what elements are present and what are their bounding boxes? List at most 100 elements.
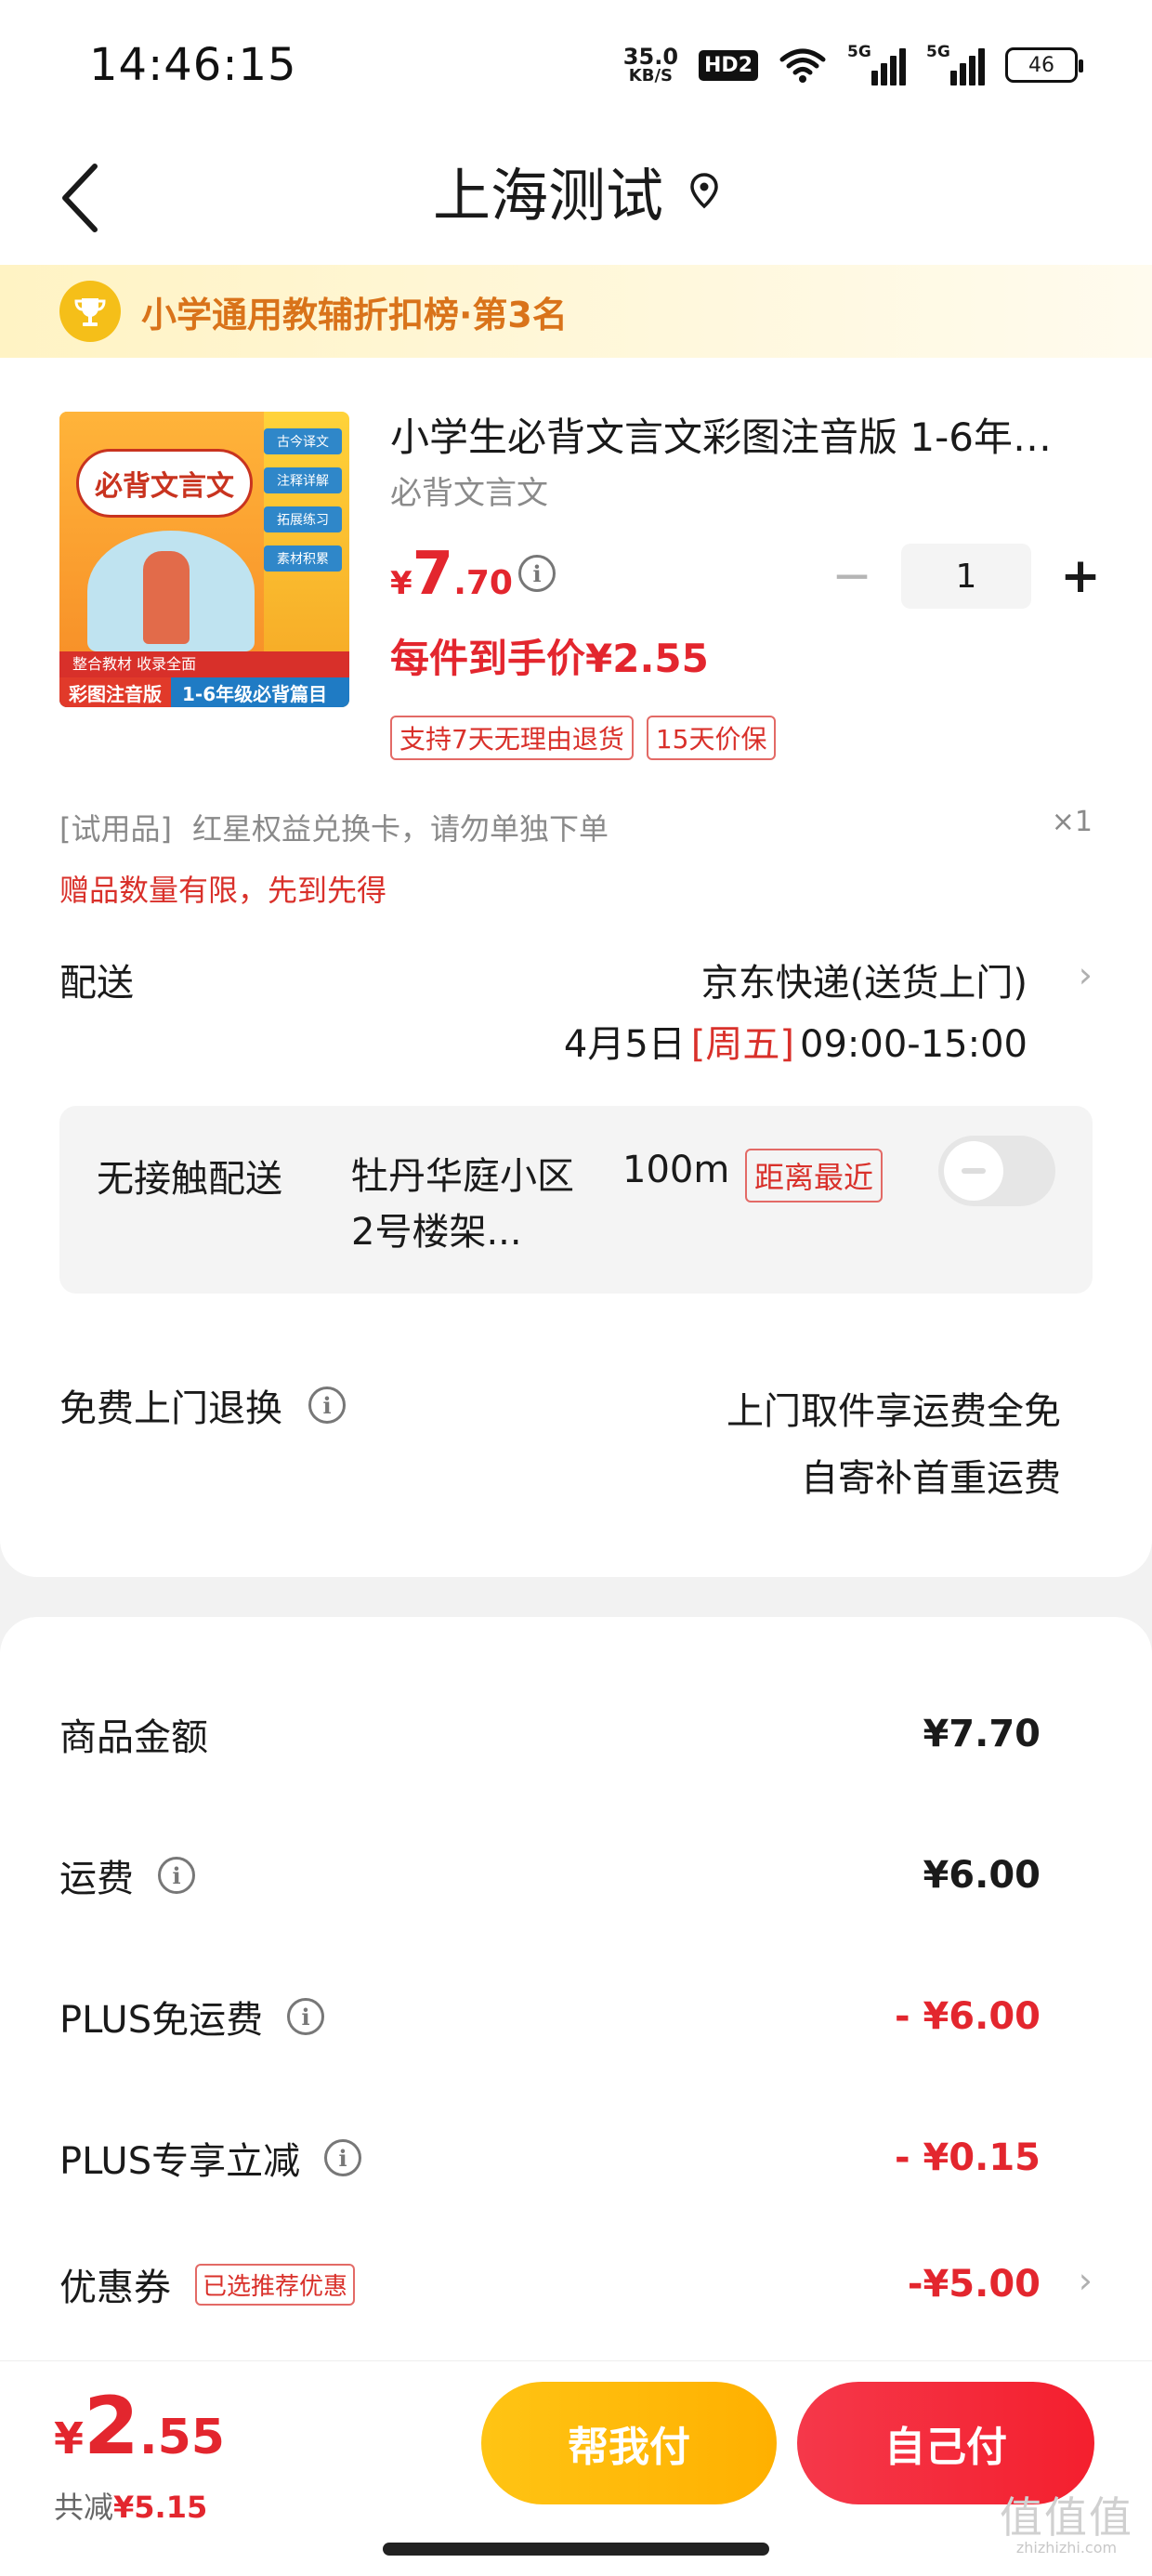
book-cover-title: 必背文言文 [76, 449, 253, 518]
delivery-weekday: [周五] [690, 1023, 795, 1066]
return-info-icon[interactable]: i [308, 1387, 346, 1424]
coupon-recommend-tag: 已选推荐优惠 [195, 2263, 356, 2306]
free-return-label: 免费上门退换 i [59, 1378, 346, 1432]
delivery-carrier[interactable]: 京东快递(送货上门) [701, 953, 1028, 1006]
chevron-right-icon[interactable]: › [1079, 954, 1093, 995]
nearest-badge: 距离最近 [745, 1149, 884, 1203]
summary-row-plus-free-shipping: PLUS免运费 i - ¥6.00 [59, 1989, 1041, 2044]
service-tag: 15天价保 [646, 716, 777, 760]
return-line-2: 自寄补首重运费 [801, 1457, 1061, 1500]
no-contact-address: 牡丹华庭小区2号楼架... [351, 1155, 574, 1254]
book-cover-tags: 古今译文 注释详解 拓展练习 素材积累 [264, 428, 342, 572]
saved-label: 共减 [54, 2490, 114, 2525]
status-time: 14:46:15 [89, 39, 297, 91]
order-confirm-page: 14:46:15 35.0 KB/S HD2 5G 5G 46 上海测试 小学通… [0, 0, 1152, 2576]
net-speed-unit: KB/S [628, 66, 674, 85]
battery-icon: 46 [1005, 47, 1083, 83]
price-summary-card: 商品金额 ¥7.70 运费 i ¥6.00 PLUS免运费 i - ¥6.00 … [0, 1617, 1152, 2379]
quantity-stepper: − 1 + [829, 544, 1104, 609]
location-pin-icon [690, 173, 718, 209]
delivery-window: 09:00-15:00 [800, 1023, 1028, 1066]
service-tag: 支持7天无理由退货 [390, 716, 634, 760]
delivery-time[interactable]: 4月5日 [周五] 09:00-15:00 [564, 1014, 1028, 1068]
total-decimal: .55 [138, 2410, 225, 2465]
plus-shipping-info-icon[interactable]: i [287, 1998, 325, 2035]
signal-1-label: 5G [847, 43, 871, 61]
no-contact-distance: 100m [622, 1149, 730, 1191]
cell-signal-1-icon: 5G [847, 43, 906, 85]
book-band-bottom: 彩图注音版 1-6年级必背篇目 [59, 677, 349, 707]
order-item-card: 必背文言文 古今译文 注释详解 拓展练习 素材积累 整合教材 收录全面 彩图注音… [0, 358, 1152, 1577]
delivery-label: 配送 [59, 962, 134, 1005]
book-tag: 素材积累 [264, 545, 342, 572]
summary-label: 商品金额 [59, 1716, 208, 1759]
total-integer: 2 [84, 2380, 139, 2473]
service-tags: 支持7天无理由退货 15天价保 [390, 716, 777, 760]
summary-value: - ¥0.15 [894, 2136, 1041, 2179]
plus-discount-info-icon[interactable]: i [324, 2139, 362, 2176]
price-integer: 7 [412, 540, 454, 609]
gift-line: [试用品] 红星权益兑换卡，请勿单独下单 ×1 [59, 806, 1093, 848]
watermark-logo: 值值值 [1000, 2492, 1133, 2543]
summary-label: 运费 [59, 1858, 134, 1900]
total-price: ¥ 2 .55 [54, 2380, 225, 2473]
summary-label: 优惠券 [59, 2267, 171, 2309]
summary-value: - ¥6.00 [894, 1995, 1041, 2038]
watermark-site: zhizhizhi.com [1015, 2539, 1118, 2556]
summary-row-goods: 商品金额 ¥7.70 [59, 1706, 1041, 1762]
summary-row-shipping: 运费 i ¥6.00 [59, 1847, 1041, 1903]
final-unit-price: 每件到手价¥2.55 [390, 636, 709, 681]
gift-prefix: [试用品] [59, 811, 172, 847]
net-speed: 35.0 KB/S [623, 46, 678, 85]
product-subtitle: 必背文言文 [390, 475, 548, 512]
pay-myself-button[interactable]: 自己付 [797, 2382, 1094, 2504]
summary-label: PLUS免运费 [59, 1999, 264, 2042]
wifi-icon [779, 48, 826, 83]
summary-value: ¥7.70 [923, 1713, 1041, 1755]
hd-icon: HD2 [699, 49, 758, 81]
status-icons: 35.0 KB/S HD2 5G 5G 46 [623, 37, 1083, 93]
page-title[interactable]: 上海测试 [0, 149, 1152, 232]
shipping-info-icon[interactable]: i [158, 1857, 195, 1894]
help-me-pay-button[interactable]: 帮我付 [481, 2382, 777, 2504]
plus-icon[interactable]: + [1057, 548, 1104, 604]
cell-signal-2-icon: 5G [926, 43, 985, 85]
ranking-text: 小学通用教辅折扣榜·第3名 [141, 294, 568, 335]
free-return-text: 免费上门退换 [59, 1387, 282, 1430]
signal-2-label: 5G [926, 43, 950, 61]
watermark: 值值值 zhizhizhi.com [1000, 2496, 1133, 2556]
return-line-1: 上门取件享运费全免 [727, 1390, 1061, 1433]
book-tag: 注释详解 [264, 467, 342, 493]
book-band-top: 整合教材 收录全面 [59, 651, 349, 677]
battery-level: 46 [1028, 53, 1054, 77]
status-bar: 14:46:15 35.0 KB/S HD2 5G 5G 46 [0, 0, 1152, 139]
chevron-right-icon[interactable]: › [1079, 2260, 1093, 2301]
total-saved: 共减¥5.15 [54, 2484, 207, 2527]
page-header: 上海测试 [0, 139, 1152, 265]
product-title[interactable]: 小学生必背文言文彩图注音版 1-6年… [390, 406, 1096, 463]
price-currency: ¥ [390, 565, 412, 602]
product-price: ¥ 7 .70 [390, 540, 513, 609]
book-band-right: 1-6年级必背篇目 [182, 682, 328, 705]
gift-quantity: ×1 [1051, 806, 1093, 838]
page-title-text: 上海测试 [432, 162, 663, 230]
no-contact-toggle[interactable] [938, 1136, 1055, 1206]
trophy-icon [59, 281, 121, 342]
delivery-date: 4月5日 [563, 1023, 686, 1066]
home-indicator[interactable] [383, 2543, 769, 2556]
no-contact-label: 无接触配送 [97, 1158, 282, 1201]
saved-value: ¥5.15 [113, 2490, 208, 2525]
net-speed-value: 35.0 [622, 44, 679, 70]
summary-row-plus-discount: PLUS专享立减 i - ¥0.15 [59, 2130, 1041, 2186]
book-cover: 必背文言文 古今译文 注释详解 拓展练习 素材积累 整合教材 收录全面 彩图注音… [59, 412, 349, 707]
gift-name: 红星权益兑换卡，请勿单独下单 [191, 811, 609, 847]
quantity-input[interactable]: 1 [901, 544, 1031, 609]
book-band-left: 彩图注音版 [59, 677, 171, 707]
summary-row-coupon[interactable]: 优惠券 已选推荐优惠 -¥5.00 [59, 2256, 1041, 2312]
ranking-banner[interactable]: 小学通用教辅折扣榜·第3名 [0, 265, 1152, 358]
minus-icon[interactable]: − [829, 548, 875, 604]
toggle-knob [944, 1141, 1003, 1201]
summary-value: -¥5.00 [907, 2263, 1041, 2306]
gift-note: 赠品数量有限，先到先得 [59, 873, 387, 908]
price-info-icon[interactable]: i [518, 555, 556, 592]
